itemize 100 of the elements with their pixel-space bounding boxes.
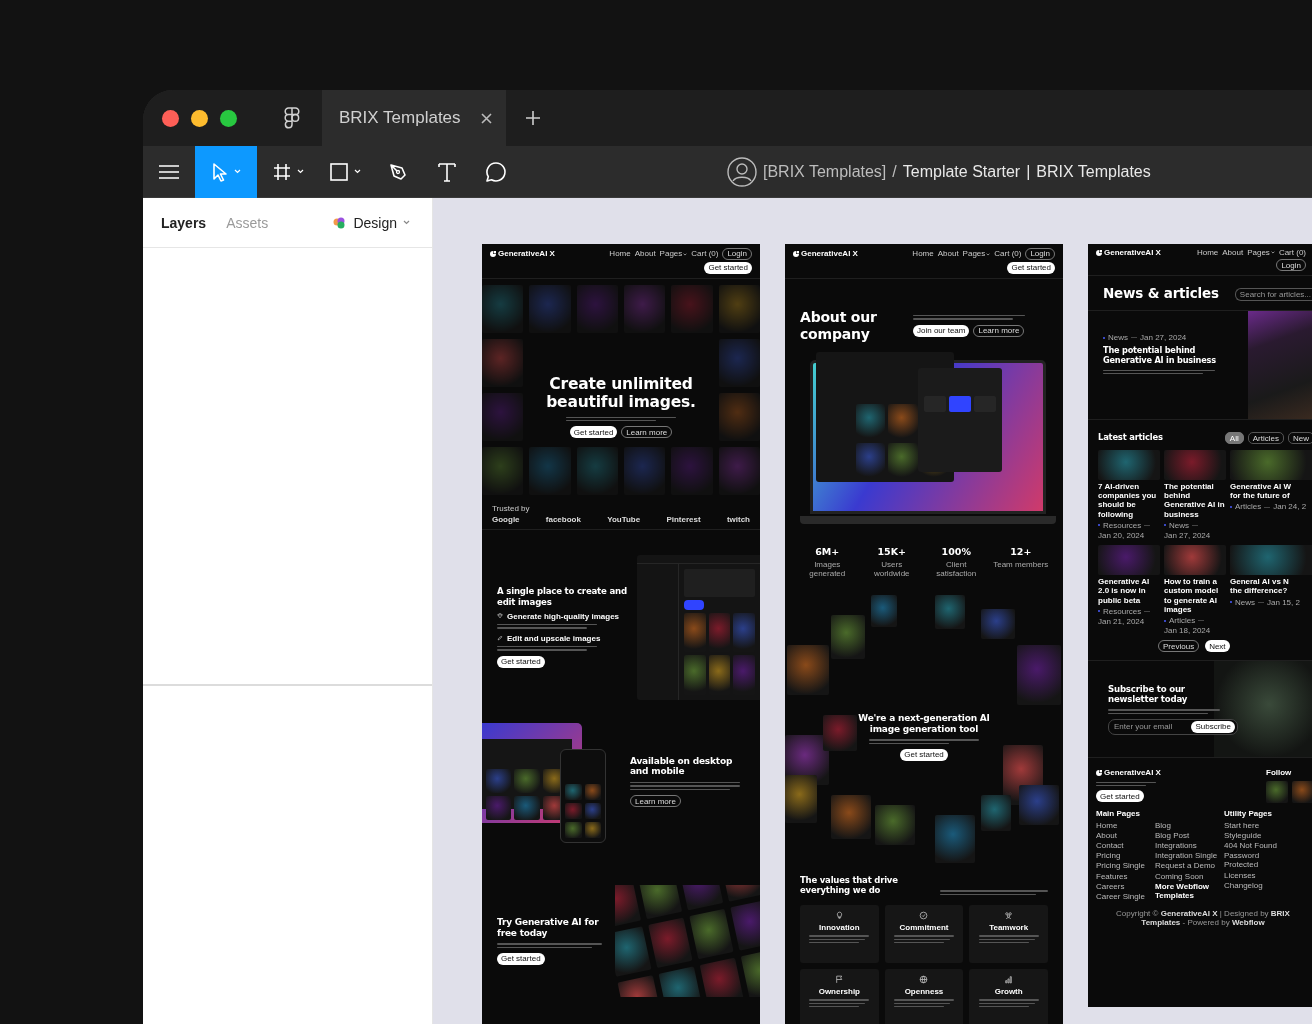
post-title[interactable]: How to train a custom model to generate AI images	[1164, 577, 1226, 614]
nav-link[interactable]: Cart (0)	[1278, 248, 1306, 258]
maximize-window-button[interactable]	[220, 109, 237, 127]
nav-link[interactable]: Home	[1196, 248, 1219, 258]
page-heading: News & articles	[1103, 286, 1219, 303]
caret-icon	[234, 169, 241, 174]
footer-link[interactable]: Features	[1096, 871, 1150, 881]
nav-link[interactable]: About	[1222, 248, 1244, 258]
post-tag: Articles	[1235, 502, 1262, 512]
footer-link[interactable]: 404 Not Found	[1224, 841, 1294, 851]
post-title[interactable]: General AI vs N the difference?	[1230, 577, 1312, 596]
post-date: Jan 27, 2024	[1140, 333, 1187, 343]
brand-logo: twitch	[726, 514, 750, 524]
footer-link[interactable]: Request a Demo	[1155, 861, 1219, 871]
nav-link[interactable]: Pages	[659, 249, 688, 259]
footer-link[interactable]: Start here	[1224, 820, 1294, 830]
value-title: Teamwork	[989, 923, 1029, 933]
text-placeholder-lines	[1096, 781, 1156, 787]
nav-link[interactable]: Pages	[1247, 248, 1275, 258]
footer-link[interactable]: About	[1096, 830, 1150, 841]
close-window-button[interactable]	[162, 109, 179, 127]
minimize-window-button[interactable]	[191, 109, 208, 127]
footer-link[interactable]: Integrations	[1155, 841, 1219, 851]
project-name[interactable]: BRIX Templates	[1036, 162, 1151, 181]
filter-chip[interactable]: All	[1224, 432, 1244, 445]
post-tag: News	[1169, 520, 1189, 531]
pencil-icon	[497, 635, 503, 642]
avatar-icon[interactable]	[727, 156, 757, 187]
nav-link[interactable]: Home	[912, 249, 934, 259]
nav-link[interactable]: Cart (0)	[994, 249, 1022, 259]
value-title: Growth	[994, 987, 1023, 997]
text-placeholder-lines	[894, 999, 954, 1008]
footer-link[interactable]: Coming Soon	[1155, 871, 1219, 881]
team-name[interactable]: [BRIX Templates]	[763, 162, 887, 181]
footer-link[interactable]: Blog	[1155, 820, 1219, 830]
pill-button[interactable]: Join our team	[913, 324, 970, 337]
rectangle-icon	[329, 161, 349, 182]
nav-link[interactable]: Pages	[962, 249, 991, 259]
footer-link[interactable]: Pricing Single	[1096, 861, 1150, 871]
photo-placeholder	[1098, 545, 1160, 576]
file-tab[interactable]: BRIX Templates	[322, 90, 506, 146]
footer-link[interactable]: Password Protected	[1224, 851, 1294, 870]
menu-icon[interactable]	[159, 163, 179, 180]
email-field[interactable]: Enter your email Subscribe	[1108, 718, 1238, 735]
close-icon[interactable]	[480, 112, 492, 124]
nav-link[interactable]: Home	[609, 249, 631, 259]
post-date: Jan 27, 2024	[1164, 531, 1211, 541]
nav-link[interactable]: Cart (0)	[691, 249, 719, 259]
footer-heading: Utility Pages	[1224, 808, 1273, 818]
caret-icon	[1270, 251, 1275, 255]
section-heading: Latest articles	[1098, 433, 1163, 444]
section-heading: We're a next-generation AI image generation tool	[857, 713, 991, 735]
pill-button[interactable]: Get started	[497, 655, 545, 668]
pill-button[interactable]: Get started	[1096, 790, 1144, 803]
footer-link[interactable]: Integration Single	[1155, 851, 1219, 861]
post-tag: Resources	[1103, 606, 1142, 616]
footer-link[interactable]: Careers	[1096, 881, 1150, 892]
post-tag: News	[1108, 333, 1128, 343]
design-tab[interactable]: Design	[333, 214, 410, 231]
footer-link[interactable]: Changelog	[1224, 880, 1294, 891]
filter-chip[interactable]: Articles	[1247, 432, 1284, 445]
pill-button[interactable]: Get started	[900, 749, 948, 761]
pill-button[interactable]: Next	[1205, 640, 1230, 653]
panel-tab[interactable]: Layers	[161, 214, 207, 231]
section-heading: Available on desktop and mobile	[630, 755, 734, 777]
footer-link[interactable]: More Webflow Templates	[1155, 881, 1219, 901]
nav-link[interactable]: About	[634, 249, 656, 259]
caret-icon	[403, 220, 410, 225]
new-tab-icon[interactable]	[525, 111, 540, 125]
pill-button[interactable]: Subscribe	[1191, 720, 1235, 733]
footer-link[interactable]: Home	[1096, 820, 1150, 830]
post-tag: News	[1235, 597, 1255, 607]
file-name[interactable]: Template Starter	[902, 162, 1021, 181]
post-title[interactable]: The potential behind Generative AI in business	[1164, 482, 1226, 519]
footer-link[interactable]: Styleguide	[1224, 830, 1294, 841]
brand-logo: facebook	[545, 514, 581, 524]
footer-link[interactable]: Contact	[1096, 841, 1150, 851]
featured-post-title[interactable]: The potential behind Generative AI in business	[1103, 346, 1245, 366]
footer-link[interactable]: Blog Post	[1155, 830, 1219, 841]
footer-link[interactable]: Licenses	[1224, 870, 1294, 880]
post-title[interactable]: Generative AI 2.0 is now in public beta	[1098, 577, 1160, 605]
nav-link[interactable]: About	[937, 249, 959, 259]
stat-value: 6M+	[815, 547, 840, 558]
pill-button[interactable]: Get started	[704, 262, 752, 274]
caret-icon	[354, 169, 361, 174]
text-placeholder-lines	[809, 935, 870, 944]
brand-logo: Pinterest	[666, 514, 701, 524]
figma-logo-icon[interactable]	[284, 107, 300, 129]
search-field[interactable]: Search for articles...	[1234, 287, 1312, 301]
pill-button[interactable]: Get started	[1007, 262, 1055, 274]
filter-chip[interactable]: New	[1288, 432, 1312, 445]
brand-name: GenerativeAI X	[1104, 768, 1161, 778]
pill-button[interactable]: Get started	[497, 953, 545, 965]
pill-button[interactable]: Get started	[569, 426, 618, 439]
value-title: Commitment	[899, 923, 949, 933]
footer-link[interactable]: Career Single	[1096, 892, 1150, 902]
post-title[interactable]: 7 AI-driven companies you should be following	[1098, 482, 1160, 519]
path-separator: /	[892, 162, 897, 181]
post-title[interactable]: Generative AI W for the future of	[1230, 482, 1312, 501]
footer-link[interactable]: Pricing	[1096, 851, 1150, 861]
